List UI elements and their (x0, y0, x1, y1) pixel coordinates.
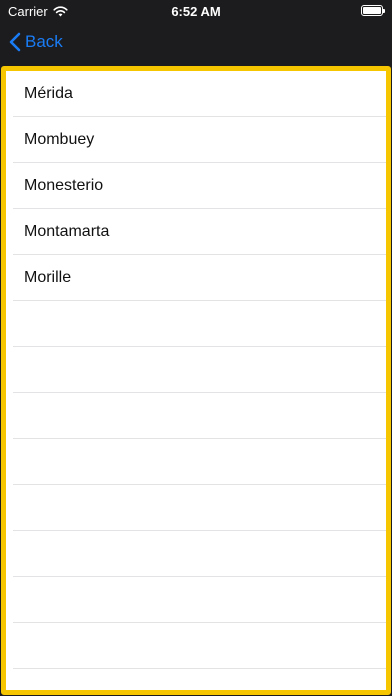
list-item-label: Mérida (24, 85, 73, 102)
battery-icon (361, 5, 385, 16)
empty-row (6, 669, 386, 690)
list-item[interactable]: Mombuey (6, 117, 386, 163)
list-item-label: Monesterio (24, 177, 104, 194)
list-item[interactable]: Morille (6, 255, 386, 301)
empty-row (6, 485, 386, 531)
list-item-label: Montamarta (24, 223, 110, 240)
list-item[interactable]: Mérida (6, 71, 386, 117)
chevron-left-icon (9, 32, 21, 52)
list-item-label: Mombuey (24, 131, 95, 148)
content-frame: Mérida Mombuey Monesterio Montamarta Mor… (1, 66, 391, 695)
back-label: Back (25, 32, 63, 51)
empty-row (6, 577, 386, 623)
empty-row (6, 531, 386, 577)
status-time: 6:52 AM (171, 4, 221, 19)
list-item-label: Morille (24, 269, 72, 286)
empty-row (6, 301, 386, 347)
list-item[interactable]: Montamarta (6, 209, 386, 255)
back-button[interactable]: Back (9, 32, 63, 52)
app-screen: Carrier 6:52 AM Back Mérida Mombuey Mone… (0, 0, 392, 696)
town-list: Mérida Mombuey Monesterio Montamarta Mor… (6, 71, 386, 690)
empty-row (6, 623, 386, 669)
status-bar: Carrier 6:52 AM (0, 0, 392, 22)
list-item[interactable]: Monesterio (6, 163, 386, 209)
empty-row (6, 393, 386, 439)
navigation-bar: Back (0, 22, 392, 66)
empty-row (6, 347, 386, 393)
battery-level (363, 7, 381, 14)
empty-row (6, 439, 386, 485)
